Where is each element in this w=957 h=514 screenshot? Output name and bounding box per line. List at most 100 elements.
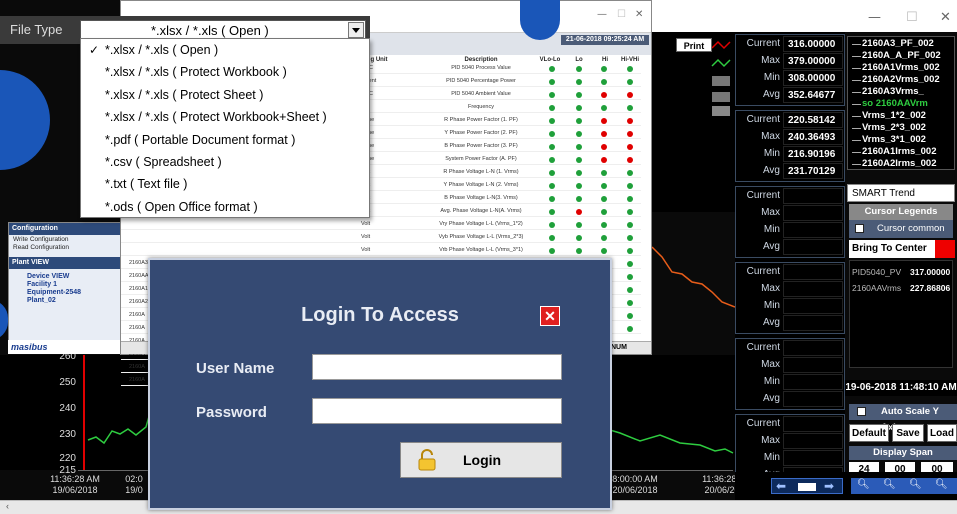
file-type-option[interactable]: *.xlsx / *.xls ( Protect Workbook+Sheet … (81, 106, 369, 128)
file-type-option[interactable]: *.xlsx / *.xls ( Protect Workbook ) (81, 61, 369, 83)
read-config-link[interactable]: Read Configuration (13, 244, 69, 251)
configuration-header: Configuration (9, 223, 121, 235)
write-config-link[interactable]: Write Configuration (13, 236, 69, 243)
stat-row: Current 220.58142 (736, 112, 844, 129)
auto-scale-toggle[interactable]: Auto Scale Y Axis (849, 404, 957, 433)
zoom-icon[interactable]: 🔍︎ (857, 479, 870, 490)
load-button[interactable]: Load (927, 424, 957, 442)
password-field[interactable] (312, 398, 562, 424)
alarm-status-icon (549, 235, 555, 241)
legend-tree-line (852, 44, 861, 45)
file-type-option[interactable]: *.txt ( Text file ) (81, 173, 369, 195)
file-type-option[interactable]: *.pdf ( Portable Document format ) (81, 129, 369, 151)
legend-item[interactable]: Vrms_3*1_002 (862, 134, 926, 145)
tree-item[interactable]: Facility 1 (27, 281, 57, 288)
alarm-status-icon (627, 131, 633, 137)
close-icon[interactable]: ✕ (635, 9, 643, 20)
alarm-status-icon (601, 248, 607, 254)
legend-item[interactable]: 2160A2Irms_002 (862, 158, 936, 169)
col-header-lo: Lo (575, 57, 583, 63)
stat-row: Max 240.36493 (736, 129, 844, 146)
tree-item[interactable]: Equipment-2548 (27, 289, 81, 296)
alarm-status-icon (627, 209, 633, 215)
legend-item[interactable]: 2160A1Vrms_002 (862, 62, 940, 73)
close-icon[interactable]: ✕ (540, 306, 560, 326)
stat-value (783, 433, 843, 449)
legend-item[interactable]: 2160A1Irms_002 (862, 146, 936, 157)
minimize-icon[interactable]: — (597, 9, 607, 20)
legend-item[interactable]: 2160A_A_PF_002 (862, 50, 941, 61)
file-type-select[interactable]: *.xlsx / *.xls ( Open ) (80, 20, 366, 40)
table-row: Volt Vyb Phase Voltage L-L (Vrms_2*3) (121, 234, 641, 243)
stat-label: Current (746, 190, 780, 201)
table-row: 2160A (121, 377, 151, 386)
legend-item[interactable]: 2160A2Vrms_002 (862, 74, 940, 85)
alarm-status-icon (627, 157, 633, 163)
legend-item[interactable]: Vrms_1*2_002 (862, 110, 926, 121)
zoom-icon[interactable]: 🔍︎ (909, 479, 922, 490)
stat-value: 379.00000 (783, 53, 843, 69)
bring-to-center-button[interactable]: Bring To Center (849, 240, 935, 258)
callout-shape (520, 0, 560, 40)
print-button[interactable]: Print (676, 38, 712, 52)
table-row: Volt Vry Phase Voltage L-L (Vrms_1*2) (121, 221, 641, 230)
tree-item[interactable]: Plant_02 (27, 297, 56, 304)
alarm-status-icon (627, 222, 633, 228)
cell-description: Y Phase Voltage L-N (2. Vrms) (443, 182, 519, 188)
file-type-option[interactable]: *.csv ( Spreadsheet ) (81, 151, 369, 173)
cursor-value-list: PID5040_PV 317.00000 2160AAVrms 227.8680… (849, 260, 953, 368)
alarm-status-icon (601, 235, 607, 241)
cell-description: PID 5040 Percentage Power (446, 78, 516, 84)
stats-block: Current Max Min Avg (735, 262, 845, 334)
cell-unit: Volt (361, 234, 371, 240)
scroll-left-icon[interactable]: ‹ (6, 501, 9, 511)
maximize-icon[interactable]: ☐ (617, 9, 626, 20)
alarm-status-icon (549, 131, 555, 137)
maximize-icon[interactable]: ☐ (906, 10, 918, 25)
plant-view-header: Plant VIEW (9, 257, 121, 269)
center-icon[interactable] (798, 483, 816, 491)
legend-item[interactable]: 2160A3Vrms_ (862, 86, 924, 97)
tree-item[interactable]: Device VIEW (27, 273, 69, 280)
zoom-icon[interactable]: 🔍︎ (883, 479, 896, 490)
login-button-label: Login (463, 452, 502, 468)
file-type-option[interactable]: *.ods ( Open Office format ) (81, 196, 369, 218)
dropdown-arrow-icon[interactable] (348, 22, 364, 38)
login-button[interactable]: Login (400, 442, 562, 478)
minimize-icon[interactable]: — (868, 10, 881, 25)
stat-value (783, 239, 843, 255)
username-field[interactable] (312, 354, 562, 380)
alarm-status-icon (627, 287, 633, 293)
cell-description: Vry Phase Voltage L-L (Vrms_1*2) (439, 221, 523, 227)
legend-item[interactable]: Vrms_2*3_002 (862, 122, 926, 133)
file-type-option[interactable]: *.xlsx / *.xls ( Protect Sheet ) (81, 84, 369, 106)
stat-label: Max (761, 55, 780, 66)
alarm-status-icon (627, 79, 633, 85)
stat-value (783, 357, 843, 373)
legend-item[interactable]: so 2160AAVrm (862, 98, 928, 109)
cursor-color-swatch (935, 240, 955, 258)
zoom-icon[interactable]: 🔍︎ (935, 479, 948, 490)
default-button[interactable]: Default (849, 424, 889, 442)
legend-item[interactable]: 2160A3_PF_002 (862, 38, 934, 49)
save-button[interactable]: Save (892, 424, 924, 442)
username-label: User Name (196, 360, 275, 377)
alarm-status-icon (627, 261, 633, 267)
alarm-status-icon (576, 248, 582, 254)
checkbox-icon[interactable] (857, 407, 866, 416)
legend-list[interactable]: 2160A3_PF_002 2160A_A_PF_002 2160A1Vrms_00… (847, 36, 955, 170)
alarm-status-icon (601, 170, 607, 176)
series-line-pid (652, 246, 735, 308)
cell-description: Vyb Phase Voltage L-L (Vrms_2*3) (438, 234, 524, 240)
arrow-right-icon[interactable]: ➡ (824, 479, 834, 493)
cursor-value: 227.86806 (910, 283, 951, 293)
file-type-option[interactable]: *.xlsx / *.xls ( Open ) (81, 39, 369, 61)
stat-row: Current (736, 340, 844, 357)
trend-mode-select[interactable]: SMART Trend (847, 184, 955, 202)
close-icon[interactable]: ✕ (940, 10, 951, 25)
cursor-common-toggle[interactable]: Cursor common (849, 220, 953, 238)
checkbox-icon[interactable] (855, 224, 864, 233)
legend-tree-line (852, 92, 861, 93)
arrow-left-icon[interactable]: ⬅ (776, 479, 786, 493)
trend-toolbar (652, 32, 735, 212)
